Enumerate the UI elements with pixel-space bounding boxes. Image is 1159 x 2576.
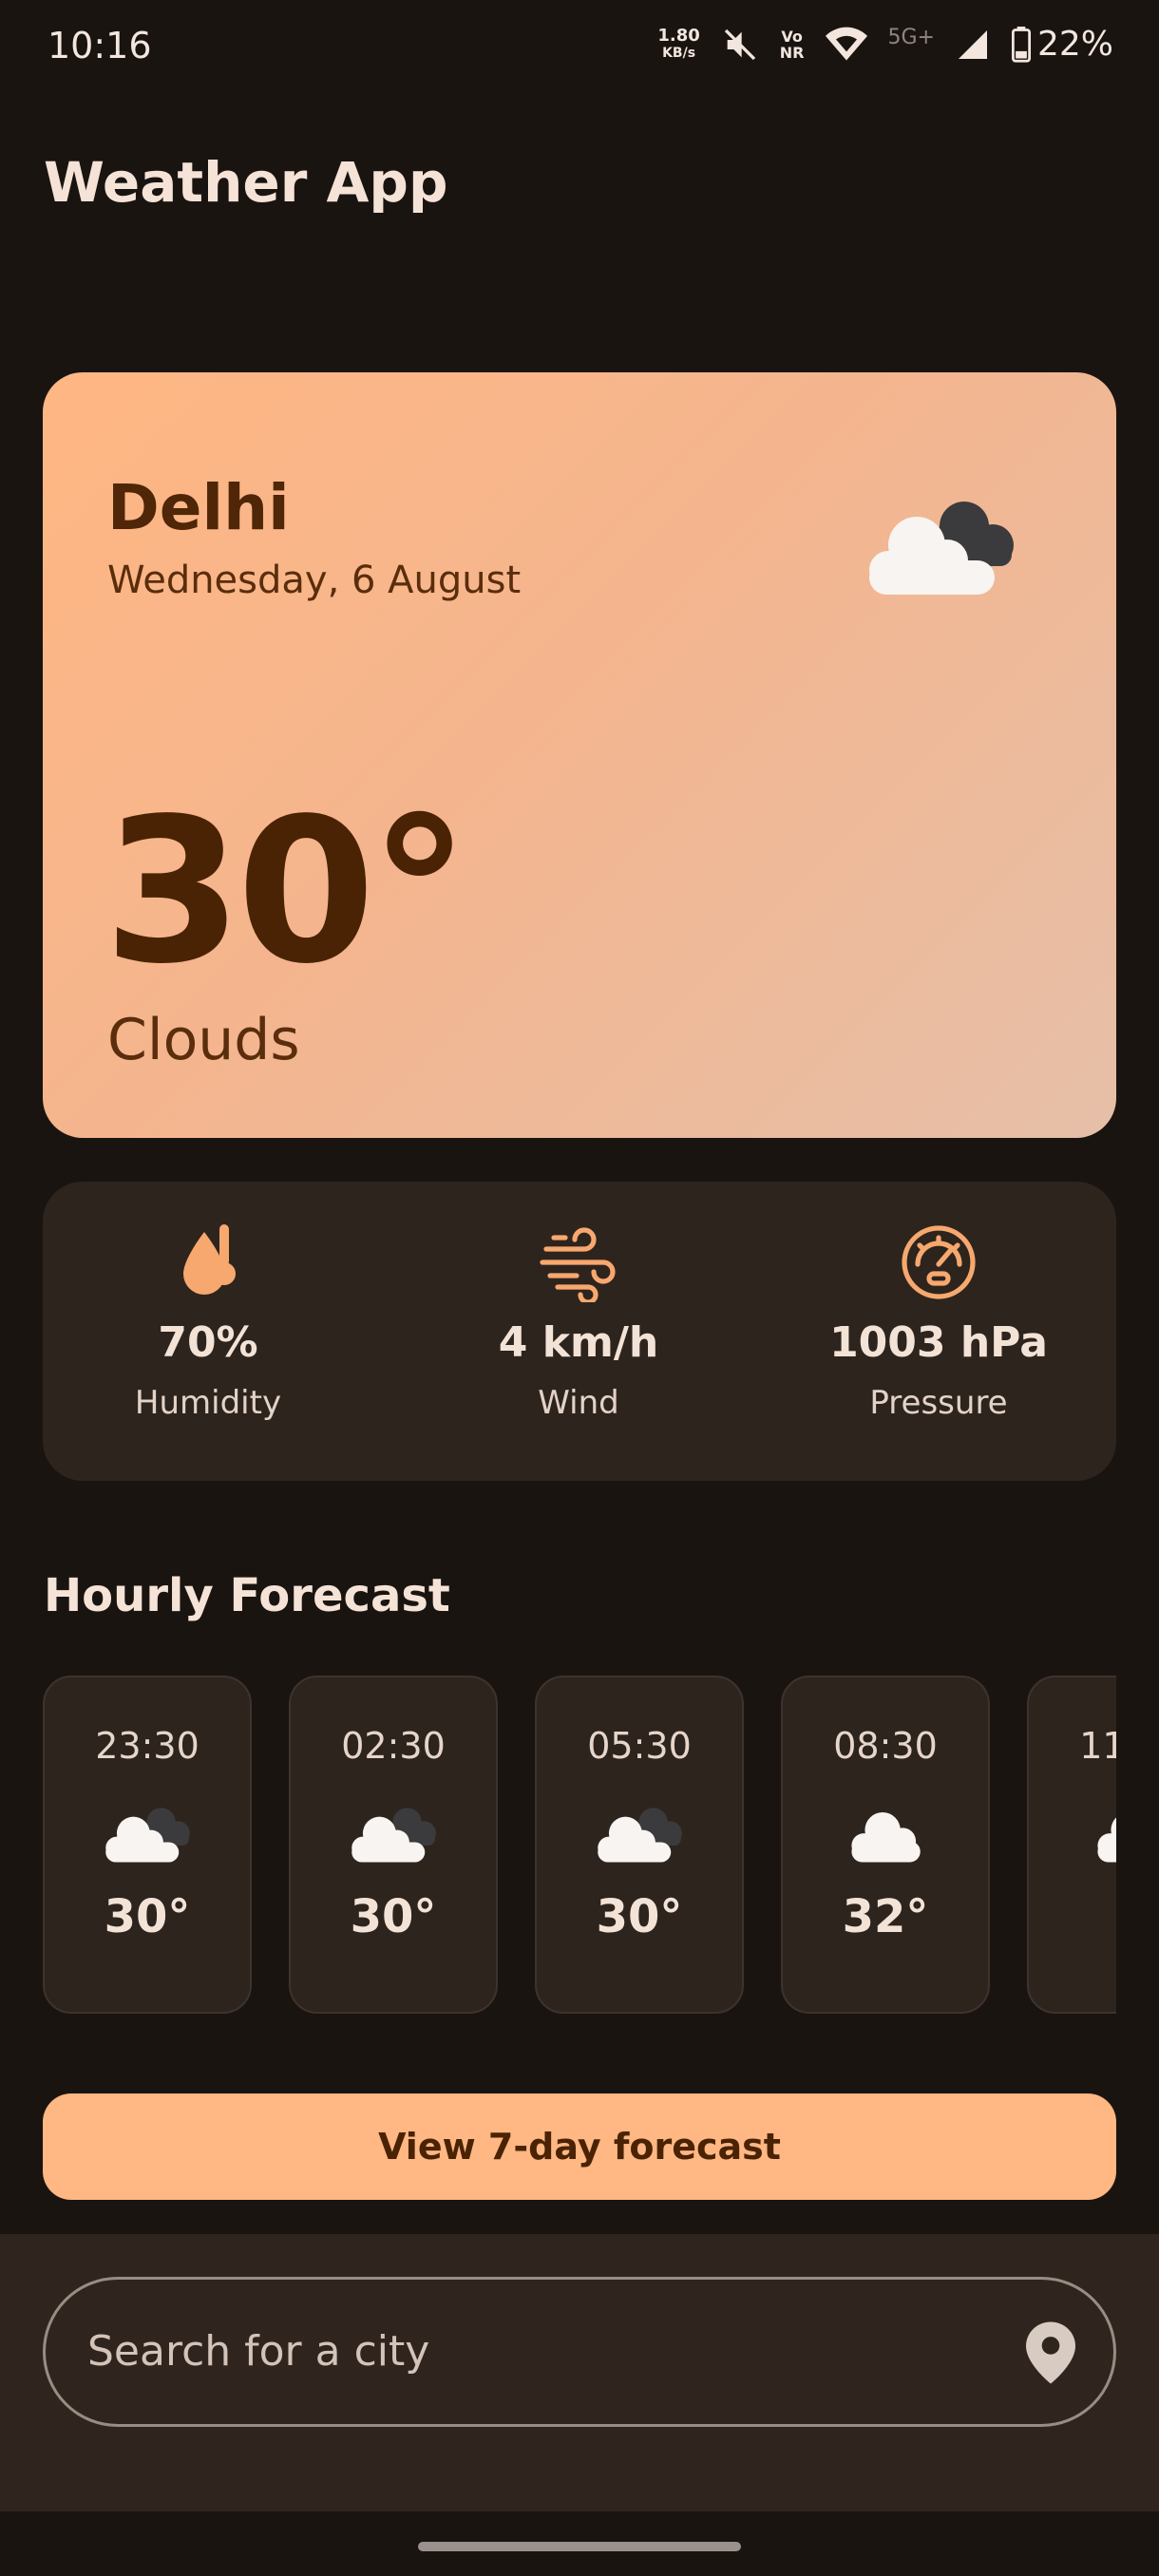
search-placeholder: Search for a city (87, 2327, 430, 2376)
cloud-icon (851, 1812, 921, 1863)
city-search-field[interactable]: Search for a city (43, 2277, 1116, 2427)
hourly-item[interactable]: 08:30 32° (781, 1676, 990, 2014)
wind-stat: 4 km/h Wind (436, 1220, 721, 1422)
pressure-value: 1003 hPa (829, 1318, 1048, 1367)
humidity-stat: 70% Humidity (66, 1220, 351, 1422)
pressure-stat: 1003 hPa Pressure (796, 1220, 1081, 1422)
status-time: 10:16 (48, 25, 152, 66)
humidity-value: 70% (158, 1318, 258, 1367)
hourly-item[interactable]: 02:30 30° (289, 1676, 498, 2014)
wind-icon (540, 1227, 616, 1302)
hour-time: 02:30 (341, 1725, 446, 1767)
current-weather-card: Delhi Wednesday, 6 August 30° Clouds (43, 372, 1116, 1138)
network-type: 5G+ (887, 26, 935, 49)
hour-time: 08:30 (833, 1725, 938, 1767)
hour-temperature: 30° (104, 1890, 191, 1943)
cloudy-icon (869, 502, 1014, 595)
hour-time: 05:30 (587, 1725, 692, 1767)
home-indicator[interactable] (418, 2542, 741, 2551)
pressure-label: Pressure (869, 1384, 1008, 1422)
city-name: Delhi (107, 471, 290, 544)
battery-icon (1011, 26, 1032, 63)
location-pin-icon[interactable] (1026, 2321, 1075, 2384)
current-date: Wednesday, 6 August (107, 559, 522, 602)
volte-bottom: NR (779, 43, 805, 62)
volte-indicator: Vo NR (780, 28, 805, 61)
network-speed-value: 1.80 (657, 25, 700, 46)
network-speed: 1.80 KB/s (657, 25, 700, 62)
hour-temperature: 3 (1029, 1890, 1116, 1943)
hourly-forecast-title: Hourly Forecast (44, 1569, 450, 1622)
hourly-forecast-list[interactable]: 23:30 30° 02:30 30° 05:30 30° 08:30 32° … (43, 1676, 1116, 2017)
status-icons: 1.80 KB/s Vo NR 5G+ 22% (657, 25, 1113, 64)
humidity-label: Humidity (134, 1384, 282, 1422)
signal-icon (958, 29, 987, 59)
cloudy-icon (352, 1808, 436, 1863)
pressure-gauge-icon (902, 1225, 976, 1299)
cloud-icon (1097, 1817, 1116, 1863)
current-temperature: 30° (104, 775, 469, 1008)
cloudy-icon (598, 1808, 682, 1863)
weather-condition: Clouds (107, 1007, 300, 1073)
app-title: Weather App (44, 150, 448, 215)
cloudy-icon (105, 1808, 190, 1863)
hour-temperature: 32° (842, 1890, 929, 1943)
volte-top: Vo (781, 27, 803, 46)
hour-time: 23:30 (95, 1725, 200, 1767)
humidity-icon (183, 1224, 236, 1295)
hour-time: 11:30 (1079, 1725, 1116, 1767)
battery-percent: 22% (1036, 25, 1113, 64)
hour-temperature: 30° (596, 1890, 683, 1943)
wifi-icon (825, 27, 867, 61)
weather-stats-card: 70% Humidity 4 km/h Wind 1003 hPa Pressu… (43, 1182, 1116, 1481)
wind-value: 4 km/h (498, 1318, 659, 1367)
hourly-item[interactable]: 05:30 30° (535, 1676, 744, 2014)
mute-icon (724, 28, 755, 60)
network-speed-unit: KB/s (662, 45, 696, 61)
hour-temperature: 30° (350, 1890, 437, 1943)
hourly-item[interactable]: 23:30 30° (43, 1676, 252, 2014)
hourly-item[interactable]: 11:30 3 (1027, 1676, 1116, 2014)
wind-label: Wind (538, 1384, 619, 1422)
view-7-day-forecast-button[interactable]: View 7-day forecast (43, 2093, 1116, 2200)
